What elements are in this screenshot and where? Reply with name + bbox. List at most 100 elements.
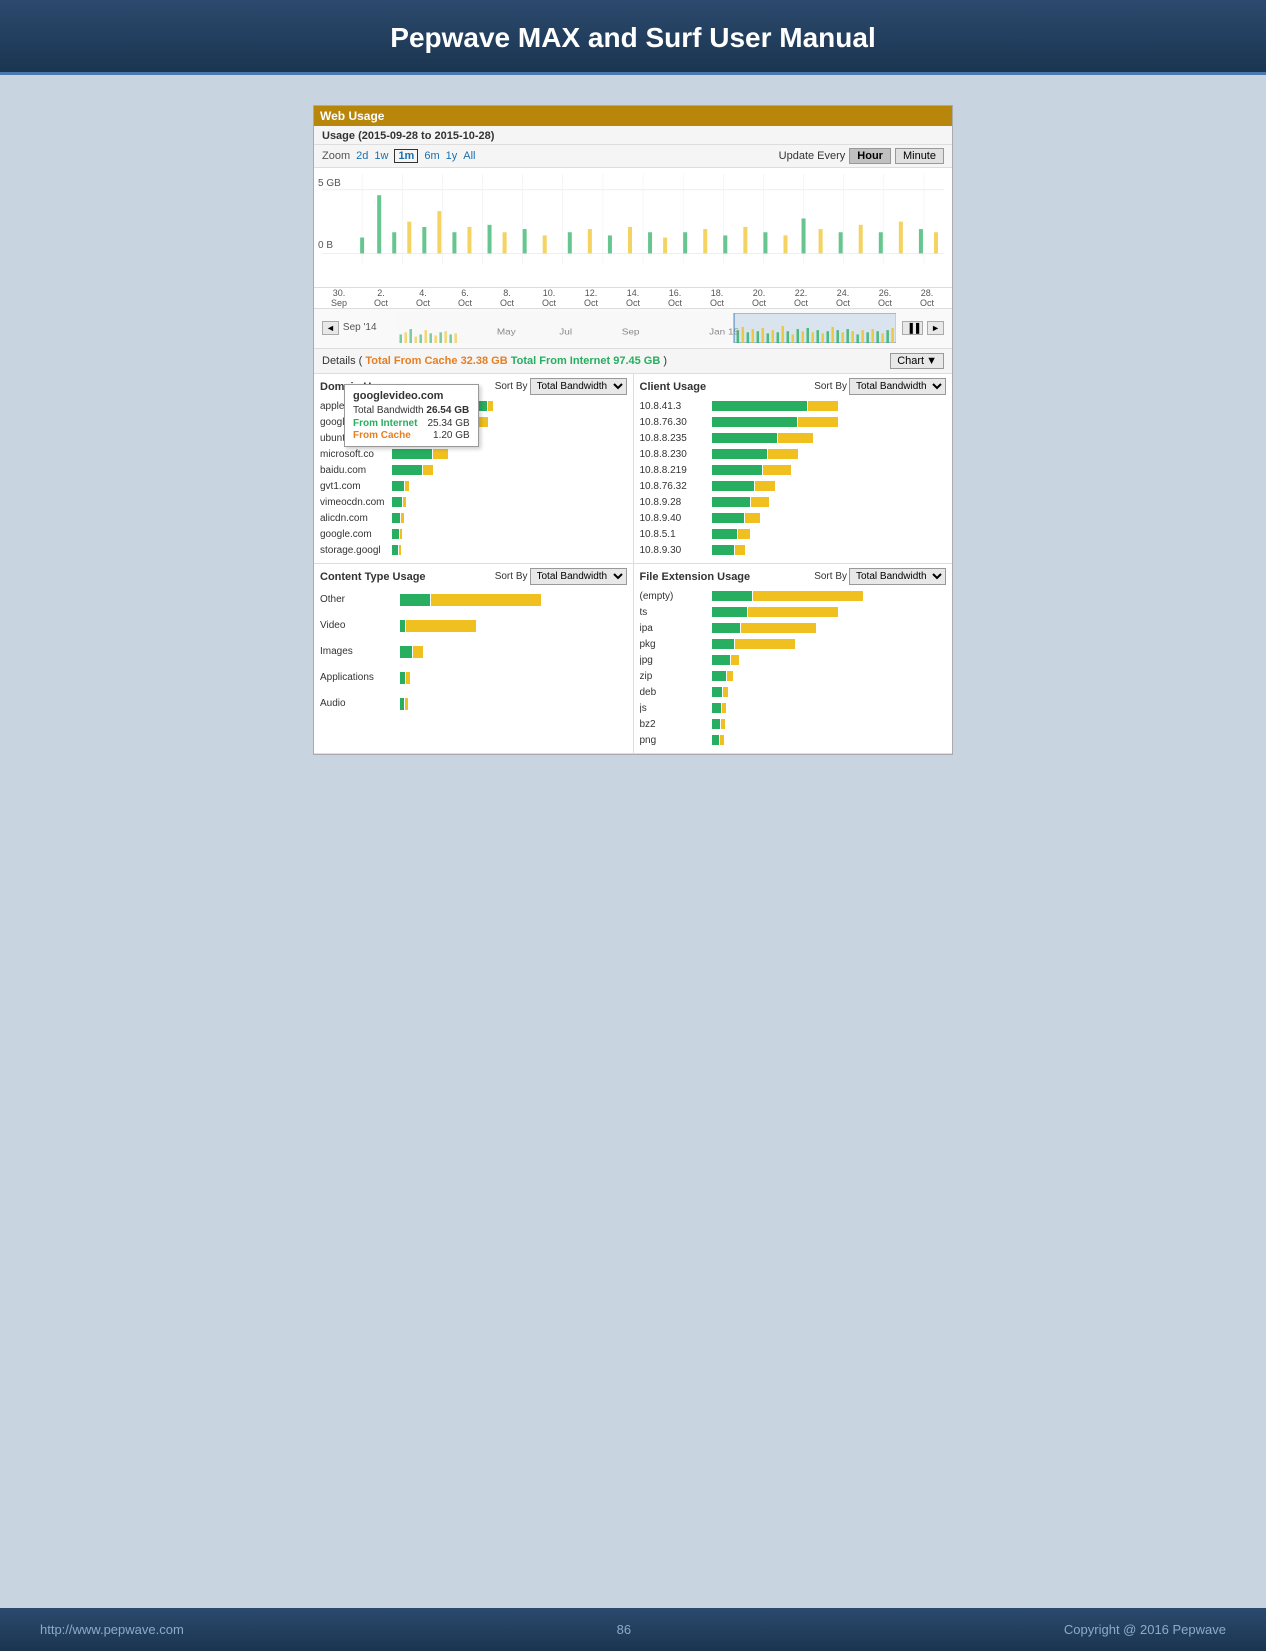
zoom-label: Zoom [322, 150, 350, 162]
list-item: 10.8.9.28 [640, 495, 947, 509]
list-item: js [640, 701, 947, 715]
file-ext-col: File Extension Usage Sort By Total Bandw… [634, 564, 953, 753]
list-item: zip [640, 669, 947, 683]
mini-chart: May Jul Sep Jan 15 [397, 313, 896, 343]
client-sort: Sort By Total Bandwidth [814, 378, 946, 395]
list-item: baidu.com [320, 463, 627, 477]
update-every: Update Every Hour Minute [779, 148, 944, 164]
chart-button[interactable]: Chart ▼ [890, 353, 944, 369]
list-item: jpg [640, 653, 947, 667]
main-chart-area: 5 GB 0 B [314, 168, 952, 288]
list-item: vimeocdn.com [320, 495, 627, 509]
x-label: 24.Oct [826, 288, 860, 308]
list-item: microsoft.co [320, 447, 627, 461]
x-label: 10.Oct [532, 288, 566, 308]
domain-usage-label: Domain Usage [320, 381, 396, 393]
svg-text:Jan 15: Jan 15 [709, 327, 739, 336]
domain-list: apple.com googlevideo. [320, 399, 627, 557]
mini-chart-area: ◄ Sep '14 [314, 309, 952, 349]
list-item: pkg [640, 637, 947, 651]
zoom-2d[interactable]: 2d [356, 150, 368, 162]
details-title: Details ( Total From Cache 32.38 GB Tota… [322, 355, 667, 367]
internet-value: 97.45 GB [613, 355, 660, 367]
mini-scroll-right[interactable]: ▐▐ [902, 321, 923, 335]
mini-scroll-left[interactable]: ◄ [322, 321, 339, 335]
x-label: 2.Oct [364, 288, 398, 308]
list-item: 10.8.8.219 [640, 463, 947, 477]
svg-text:Jul: Jul [559, 327, 572, 336]
list-item: gvt1.com [320, 479, 627, 493]
y-label-0b: 0 B [318, 240, 333, 251]
list-item: 10.8.8.230 [640, 447, 947, 461]
x-label: 12.Oct [574, 288, 608, 308]
domain-usage-col: Domain Usage Sort By Total Bandwidth goo… [314, 374, 634, 563]
list-item: 10.8.8.235 [640, 431, 947, 445]
page-header: Pepwave MAX and Surf User Manual [0, 0, 1266, 75]
internet-label: Total From Internet [511, 355, 610, 367]
content-type-header: Content Type Usage Sort By Total Bandwid… [320, 568, 627, 585]
x-label: 20.Oct [742, 288, 776, 308]
list-item: bz2 [640, 717, 947, 731]
zoom-all[interactable]: All [463, 150, 475, 162]
list-item: png [640, 733, 947, 747]
cache-label: Total From Cache [365, 355, 457, 367]
bandwidth-chart [322, 174, 944, 264]
list-item: Applications [320, 667, 627, 687]
list-item: alicdn.com [320, 511, 627, 525]
update-minute-btn[interactable]: Minute [895, 148, 944, 164]
x-label: 14.Oct [616, 288, 650, 308]
update-hour-btn[interactable]: Hour [849, 148, 891, 164]
list-item: (empty) [640, 589, 947, 603]
client-usage-header: Client Usage Sort By Total Bandwidth [640, 378, 947, 395]
domain-client-row: Domain Usage Sort By Total Bandwidth goo… [314, 374, 952, 564]
content-type-col: Content Type Usage Sort By Total Bandwid… [314, 564, 634, 753]
list-item: 10.8.41.3 [640, 399, 947, 413]
details-header: Details ( Total From Cache 32.38 GB Tota… [314, 349, 952, 374]
x-label: 16.Oct [658, 288, 692, 308]
page-title: Pepwave MAX and Surf User Manual [40, 22, 1226, 54]
page-footer: http://www.pepwave.com 86 Copyright @ 20… [0, 1608, 1266, 1651]
file-ext-header: File Extension Usage Sort By Total Bandw… [640, 568, 947, 585]
panel-title: Web Usage [320, 109, 384, 123]
update-label: Update Every [779, 150, 846, 162]
page-content: Web Usage Usage (2015-09-28 to 2015-10-2… [0, 75, 1266, 1608]
client-sort-select[interactable]: Total Bandwidth [849, 378, 946, 395]
content-sort: Sort By Total Bandwidth [495, 568, 627, 585]
list-item: Images [320, 641, 627, 661]
list-item: 10.8.9.40 [640, 511, 947, 525]
list-item: Other [320, 589, 627, 609]
file-sort: Sort By Total Bandwidth [814, 568, 946, 585]
x-label: 30.Sep [322, 288, 356, 308]
x-label: 26.Oct [868, 288, 902, 308]
client-list: 10.8.41.3 10.8.76.30 [640, 399, 947, 557]
domain-usage-header: Domain Usage Sort By Total Bandwidth [320, 378, 627, 395]
client-usage-label: Client Usage [640, 381, 707, 393]
footer-link[interactable]: http://www.pepwave.com [40, 1622, 184, 1637]
list-item: Audio [320, 693, 627, 713]
list-item: ubuntu.com [320, 431, 627, 445]
x-label: 28.Oct [910, 288, 944, 308]
list-item: 10.8.5.1 [640, 527, 947, 541]
content-sort-select[interactable]: Total Bandwidth [530, 568, 627, 585]
file-ext-label: File Extension Usage [640, 571, 751, 583]
zoom-1m[interactable]: 1m [394, 149, 418, 163]
list-item: google.com [320, 527, 627, 541]
domain-sort-select[interactable]: Total Bandwidth [530, 378, 627, 395]
mini-scroll-end[interactable]: ► [927, 321, 944, 335]
list-item: ts [640, 605, 947, 619]
content-file-row: Content Type Usage Sort By Total Bandwid… [314, 564, 952, 754]
list-item: Video [320, 615, 627, 635]
zoom-1y[interactable]: 1y [446, 150, 458, 162]
zoom-6m[interactable]: 6m [424, 150, 439, 162]
zoom-1w[interactable]: 1w [374, 150, 388, 162]
list-item: 10.8.9.30 [640, 543, 947, 557]
file-ext-list: (empty) ts ipa [640, 589, 947, 747]
usage-range: Usage (2015-09-28 to 2015-10-28) [314, 126, 952, 145]
file-sort-select[interactable]: Total Bandwidth [849, 568, 946, 585]
list-item: apple.com [320, 399, 627, 413]
content-type-label: Content Type Usage [320, 571, 426, 583]
x-label: 6.Oct [448, 288, 482, 308]
list-item: ipa [640, 621, 947, 635]
content-type-list: Other Video Images [320, 589, 627, 713]
footer-page: 86 [617, 1622, 631, 1637]
